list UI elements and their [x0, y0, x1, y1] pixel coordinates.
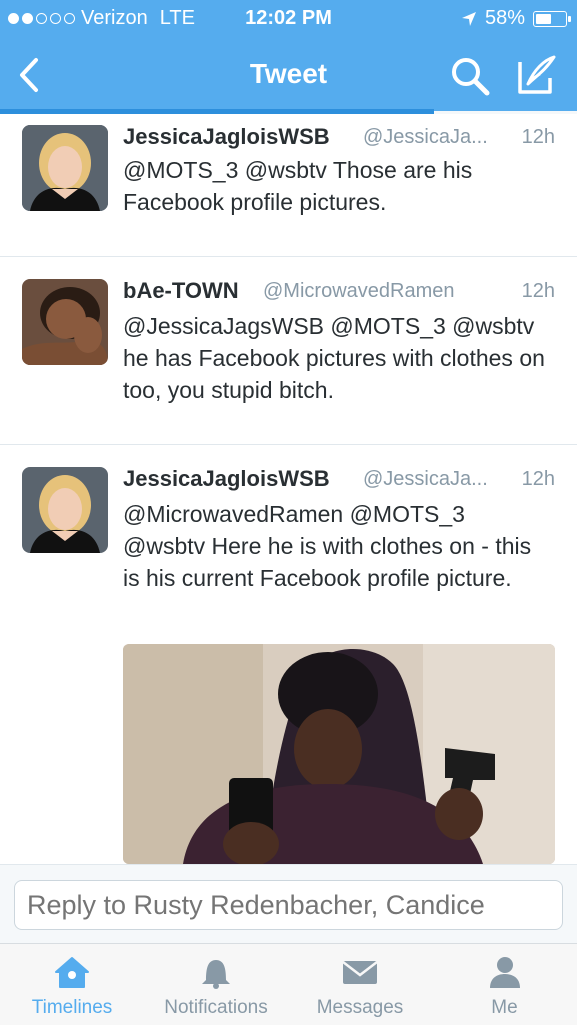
tweet-header: JessicaJagloisWSB @JessicaJa... 12h	[123, 124, 555, 154]
avatar[interactable]	[22, 125, 108, 211]
tab-timelines[interactable]: Timelines	[0, 944, 144, 1025]
envelope-icon	[342, 961, 378, 984]
page-title: Tweet	[249, 58, 328, 89]
tweet-header: JessicaJagloisWSB @JessicaJa... 12h	[123, 466, 555, 496]
tweet-time: 12h	[521, 280, 555, 302]
person-icon	[489, 957, 520, 988]
battery-icon	[533, 10, 571, 27]
tab-label: Notifications	[164, 997, 268, 1018]
reply-input[interactable]	[14, 880, 563, 930]
app-header: Verizon LTE 12:02 PM 58% Tweet	[0, 0, 577, 114]
author-handle[interactable]: @MicrowavedRamen	[263, 280, 454, 303]
status-bar: Verizon LTE 12:02 PM 58%	[0, 0, 577, 38]
author-name[interactable]: bAe-TOWN	[123, 278, 239, 304]
battery-info: 58%	[461, 7, 571, 30]
tweet-text: @MicrowavedRamen @MOTS_3 @wsbtv Here he …	[123, 501, 532, 591]
tweet-time: 12h	[521, 126, 555, 148]
bell-icon	[202, 960, 230, 989]
battery-percent: 58%	[484, 7, 525, 29]
tweet-header: bAe-TOWN @MicrowavedRamen 12h	[123, 278, 555, 308]
home-icon	[55, 957, 89, 988]
tweet-photo[interactable]	[123, 644, 555, 864]
location-arrow-icon	[461, 11, 476, 26]
tab-notifications[interactable]: Notifications	[144, 944, 288, 1025]
tab-label: Me	[491, 997, 518, 1018]
author-handle[interactable]: @JessicaJa...	[363, 468, 488, 491]
author-name[interactable]: JessicaJagloisWSB	[123, 466, 330, 492]
tweet-item[interactable]: bAe-TOWN @MicrowavedRamen 12h @JessicaJa…	[0, 257, 577, 445]
avatar[interactable]	[22, 467, 108, 553]
tab-label: Messages	[316, 997, 404, 1018]
tweet-time: 12h	[521, 468, 555, 490]
avatar[interactable]	[22, 279, 108, 365]
reply-bar	[0, 864, 577, 943]
tab-me[interactable]: Me	[432, 944, 577, 1025]
tab-bar: Timelines Notifications Messages Me	[0, 943, 577, 1025]
tweet-item[interactable]: JessicaJagloisWSB @JessicaJa... 12h @MOT…	[0, 114, 577, 257]
tab-label: Timelines	[31, 997, 113, 1018]
compose-icon[interactable]	[516, 54, 558, 96]
author-handle[interactable]: @JessicaJa...	[363, 126, 488, 149]
tab-messages[interactable]: Messages	[288, 944, 432, 1025]
author-name[interactable]: JessicaJagloisWSB	[123, 124, 330, 150]
search-icon[interactable]	[450, 56, 490, 96]
tweet-text: @JessicaJagsWSB @MOTS_3 @wsbtv he has Fa…	[123, 313, 545, 403]
tweet-text: @MOTS_3 @wsbtv Those are his Facebook pr…	[123, 157, 473, 215]
